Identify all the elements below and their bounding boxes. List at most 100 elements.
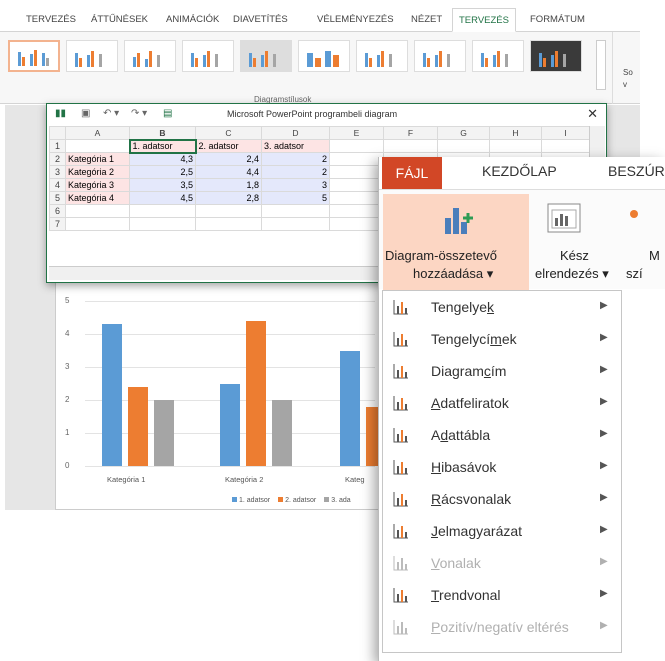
table-cell[interactable]: [65, 217, 130, 231]
column-header[interactable]: E: [329, 126, 384, 140]
row-header[interactable]: 6: [49, 204, 66, 218]
table-cell[interactable]: 3,5: [129, 178, 196, 192]
close-icon[interactable]: ✕: [587, 106, 598, 122]
bar[interactable]: [272, 400, 292, 466]
table-cell[interactable]: [329, 204, 384, 218]
undo-icon[interactable]: ↶ ▾: [103, 108, 119, 119]
tab-review[interactable]: VÉLEMÉNYEZÉS: [317, 14, 394, 25]
menu-item-error-bars[interactable]: Hibasávok ▶: [383, 452, 621, 484]
bar[interactable]: [246, 320, 266, 466]
menu-item-axis-titles[interactable]: Tengelycímek ▶: [383, 324, 621, 356]
table-cell[interactable]: 2,8: [195, 191, 262, 205]
tab-format[interactable]: FORMÁTUM: [530, 14, 585, 25]
column-header[interactable]: F: [383, 126, 438, 140]
table-cell[interactable]: [329, 217, 384, 231]
row-header[interactable]: 3: [49, 165, 66, 179]
chart-style-thumbnail[interactable]: [182, 40, 234, 72]
table-cell[interactable]: [489, 139, 542, 153]
table-cell[interactable]: 2,5: [129, 165, 196, 179]
column-header[interactable]: A: [65, 126, 130, 140]
table-cell[interactable]: 3. adatsor: [261, 139, 330, 153]
table-cell[interactable]: 1,8: [195, 178, 262, 192]
table-cell[interactable]: [383, 139, 438, 153]
change-colors-button[interactable]: So v: [612, 32, 640, 104]
chart-style-thumbnail[interactable]: [298, 40, 350, 72]
tab-slideshow[interactable]: DIAVETÍTÉS: [233, 14, 288, 25]
table-cell[interactable]: Kategória 2: [65, 165, 130, 179]
table-cell[interactable]: [195, 217, 262, 231]
table-cell[interactable]: [329, 165, 384, 179]
table-cell[interactable]: 3: [261, 178, 330, 192]
chart-style-thumbnail[interactable]: [472, 40, 524, 72]
column-header[interactable]: C: [195, 126, 262, 140]
menu-item-axes[interactable]: Tengelyek ▶: [383, 292, 621, 324]
row-header[interactable]: 1: [49, 139, 66, 153]
menu-item-trendline[interactable]: Trendvonal ▶: [383, 580, 621, 612]
table-cell[interactable]: [261, 217, 330, 231]
edit-in-excel-icon[interactable]: ▤: [163, 108, 172, 119]
add-chart-element-button[interactable]: Diagram-összetevő hozzáadása ▾: [383, 194, 529, 290]
tab-animations[interactable]: ANIMÁCIÓK: [166, 14, 219, 25]
row-header[interactable]: 4: [49, 178, 66, 192]
bar[interactable]: [102, 324, 122, 466]
row-header[interactable]: 7: [49, 217, 66, 231]
table-cell[interactable]: 2: [261, 152, 330, 166]
column-header[interactable]: H: [489, 126, 542, 140]
menu-item-gridlines[interactable]: Rácsvonalak ▶: [383, 484, 621, 516]
tab-insert[interactable]: BESZÚR: [608, 163, 665, 179]
column-chart[interactable]: 0 1 2 3 4 5 Kategória 1 Kategória 2 Kateg 1. ad…: [55, 292, 532, 504]
tab-home[interactable]: KEZDŐLAP: [482, 163, 557, 179]
table-cell[interactable]: [329, 191, 384, 205]
bar[interactable]: [220, 383, 240, 466]
column-header[interactable]: D: [261, 126, 330, 140]
row-header[interactable]: 2: [49, 152, 66, 166]
chart-style-thumbnail[interactable]: [356, 40, 408, 72]
tab-file[interactable]: FÁJL: [382, 157, 442, 189]
gallery-scroll-buttons[interactable]: [596, 40, 606, 90]
chart-style-thumbnail[interactable]: [240, 40, 292, 72]
tab-view[interactable]: NÉZET: [411, 14, 442, 25]
save-icon[interactable]: ▣: [81, 108, 90, 119]
table-cell[interactable]: Kategória 1: [65, 152, 130, 166]
table-cell[interactable]: [329, 152, 384, 166]
table-cell[interactable]: 4,5: [129, 191, 196, 205]
menu-item-chart-title[interactable]: Diagramcím ▶: [383, 356, 621, 388]
table-cell[interactable]: [329, 139, 384, 153]
table-cell[interactable]: [129, 217, 196, 231]
column-header[interactable]: I: [541, 126, 590, 140]
tab-transitions[interactable]: ÁTTŰNÉSEK: [91, 14, 148, 25]
chart-style-thumbnail[interactable]: [124, 40, 176, 72]
column-header[interactable]: G: [437, 126, 490, 140]
change-colors-button[interactable]: M szí: [624, 194, 665, 290]
redo-icon[interactable]: ↷ ▾: [131, 108, 147, 119]
tab-design[interactable]: TERVEZÉS: [26, 14, 76, 25]
tab-chart-design[interactable]: TERVEZÉS: [452, 8, 516, 32]
table-cell[interactable]: [195, 204, 262, 218]
select-all-corner[interactable]: [49, 126, 66, 140]
menu-item-data-table[interactable]: Adattábla ▶: [383, 420, 621, 452]
table-cell[interactable]: [329, 178, 384, 192]
table-cell[interactable]: [65, 139, 130, 153]
bar[interactable]: [340, 350, 360, 466]
table-cell[interactable]: [437, 139, 490, 153]
table-cell[interactable]: 2: [261, 165, 330, 179]
quick-layout-button[interactable]: Kész elrendezés ▾: [534, 194, 624, 290]
table-cell[interactable]: 2. adatsor: [195, 139, 262, 153]
table-cell[interactable]: 4,3: [129, 152, 196, 166]
table-cell[interactable]: 1. adatsor: [128, 138, 197, 154]
chart-style-thumbnail[interactable]: [530, 40, 582, 72]
table-cell[interactable]: Kategória 3: [65, 178, 130, 192]
table-cell[interactable]: [129, 204, 196, 218]
menu-item-data-labels[interactable]: Adatfeliratok ▶: [383, 388, 621, 420]
chart-style-thumbnail[interactable]: [8, 40, 60, 72]
bar[interactable]: [128, 386, 148, 466]
chart-style-thumbnail[interactable]: [414, 40, 466, 72]
menu-item-legend[interactable]: Jelmagyarázat ▶: [383, 516, 621, 548]
row-header[interactable]: 5: [49, 191, 66, 205]
chart-style-thumbnail[interactable]: [66, 40, 118, 72]
table-cell[interactable]: [261, 204, 330, 218]
table-cell[interactable]: 5: [261, 191, 330, 205]
column-header[interactable]: B: [129, 126, 196, 141]
table-cell[interactable]: Kategória 4: [65, 191, 130, 205]
table-cell[interactable]: [65, 204, 130, 218]
